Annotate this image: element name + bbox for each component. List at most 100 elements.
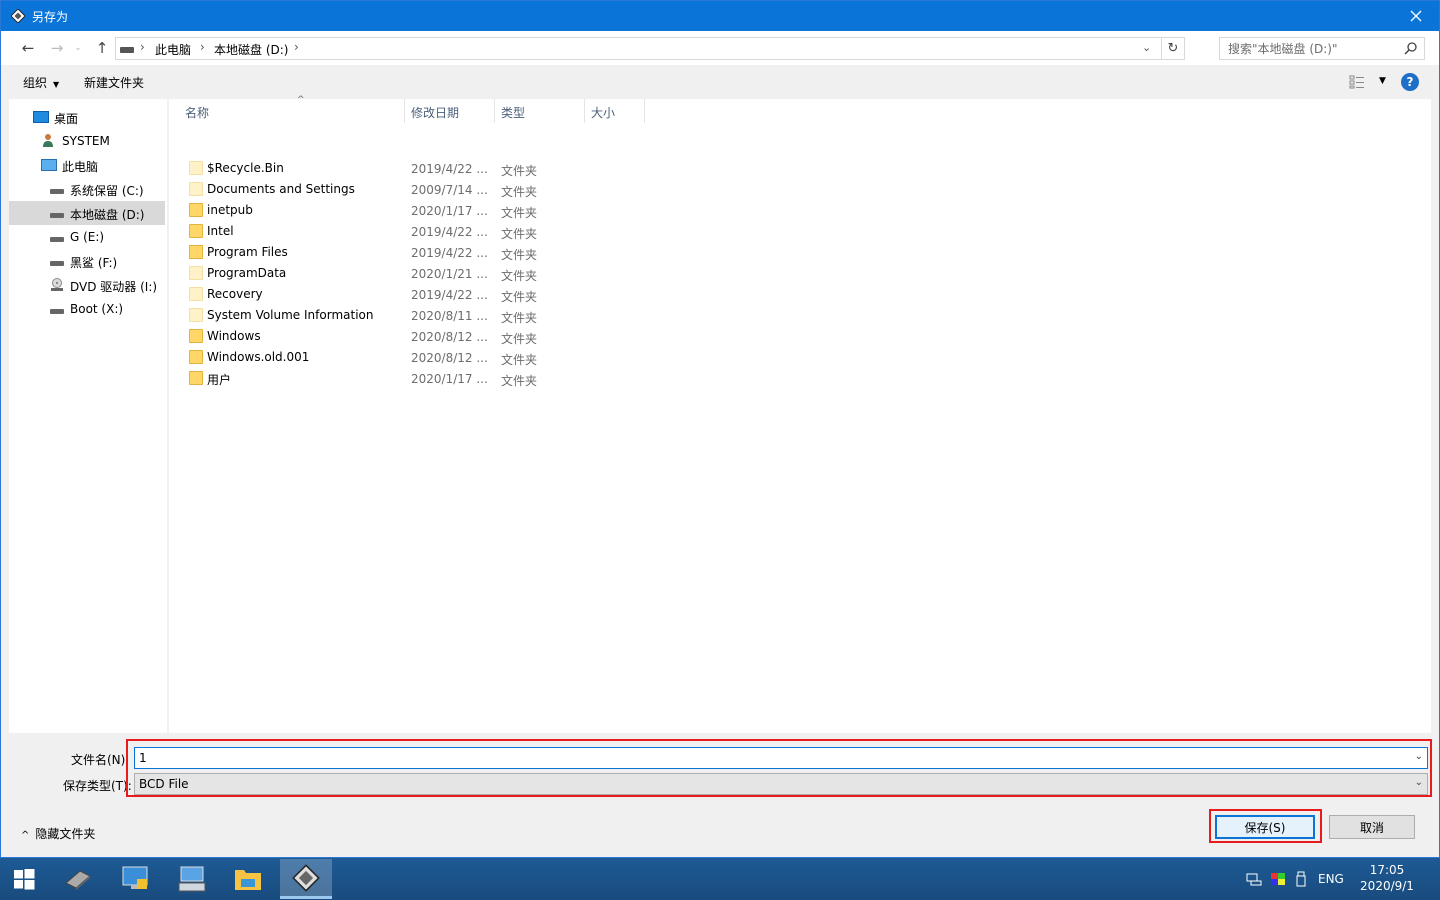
sidebar-item-drive-e[interactable]: G (E:) xyxy=(9,225,165,249)
address-dropdown-button[interactable]: ⌄ xyxy=(1142,41,1156,57)
file-name: Windows xyxy=(207,329,261,343)
recent-locations-button[interactable]: ⌄ xyxy=(67,37,89,59)
file-list-pane: ^ 名称 修改日期 类型 大小 $Recycle.Bin 2019/4/22 .… xyxy=(169,95,1431,733)
sort-ascending-icon: ^ xyxy=(297,95,305,105)
drive-icon xyxy=(50,213,64,218)
hide-folders-button[interactable]: ^ 隐藏文件夹 xyxy=(21,825,95,842)
taskbar-app-drive-tool[interactable] xyxy=(52,859,104,899)
refresh-button[interactable]: ↻ xyxy=(1161,38,1184,59)
column-header-date[interactable]: 修改日期 xyxy=(405,99,495,123)
column-header-name[interactable]: ^ 名称 xyxy=(179,95,405,123)
sidebar-item-system-user[interactable]: SYSTEM xyxy=(9,129,165,153)
folder-icon xyxy=(189,203,203,217)
folder-icon xyxy=(189,350,203,364)
user-icon xyxy=(43,134,53,147)
column-header-size[interactable]: 大小 xyxy=(585,99,645,123)
file-row[interactable]: inetpub 2020/1/17 ... 文件夹 xyxy=(179,200,569,221)
chevron-down-icon[interactable]: ⌄ xyxy=(1415,751,1423,762)
sidebar-item-label: 此电脑 xyxy=(62,160,99,174)
taskbar-app-control-panel[interactable] xyxy=(110,859,162,899)
folder-icon xyxy=(189,245,203,259)
view-options-icon[interactable] xyxy=(1349,75,1365,89)
file-date: 2019/4/22 ... xyxy=(411,288,488,302)
folder-icon xyxy=(189,371,203,385)
search-input[interactable] xyxy=(1220,38,1400,59)
file-date: 2019/4/22 ... xyxy=(411,162,488,176)
drive-icon xyxy=(50,237,64,242)
filename-input[interactable] xyxy=(135,748,1405,768)
file-row[interactable]: Documents and Settings 2009/7/14 ... 文件夹 xyxy=(179,179,569,200)
computer-icon xyxy=(41,159,57,171)
title-bar[interactable]: 另存为 xyxy=(1,1,1439,31)
file-row[interactable]: Recovery 2019/4/22 ... 文件夹 xyxy=(179,284,569,305)
close-button[interactable] xyxy=(1393,1,1439,31)
usb-tray-icon[interactable] xyxy=(1296,858,1306,900)
sidebar-item-drive-x[interactable]: Boot (X:) xyxy=(9,297,165,321)
color-tray-icon[interactable] xyxy=(1270,858,1286,900)
file-row[interactable]: ProgramData 2020/1/21 ... 文件夹 xyxy=(179,263,569,284)
file-date: 2020/1/21 ... xyxy=(411,267,488,281)
sidebar-item-drive-c[interactable]: 系统保留 (C:) xyxy=(9,177,165,201)
sidebar-item-drive-d[interactable]: 本地磁盘 (D:) xyxy=(9,201,165,225)
cancel-button[interactable]: 取消 xyxy=(1329,815,1415,839)
file-row[interactable]: Intel 2019/4/22 ... 文件夹 xyxy=(179,221,569,242)
search-icon[interactable] xyxy=(1404,41,1418,55)
file-name: Windows.old.001 xyxy=(207,350,310,364)
help-icon[interactable]: ? xyxy=(1401,73,1419,91)
taskbar-clock[interactable]: 17:05 2020/9/1 xyxy=(1352,862,1422,894)
clock-time: 17:05 xyxy=(1369,863,1405,877)
new-folder-button[interactable]: 新建文件夹 xyxy=(84,74,144,91)
file-name: Intel xyxy=(207,224,234,238)
column-header-type[interactable]: 类型 xyxy=(495,99,585,123)
filetype-label: 保存类型(T): xyxy=(63,779,132,793)
drive-icon xyxy=(120,47,134,53)
save-button[interactable]: 保存(S) xyxy=(1215,815,1315,839)
file-date: 2020/8/12 ... xyxy=(411,330,488,344)
folder-icon xyxy=(189,161,203,175)
address-bar[interactable]: › 此电脑 › 本地磁盘 (D:) › ⌄ ↻ xyxy=(115,37,1185,60)
chevron-right-icon: › xyxy=(294,40,299,54)
file-name: $Recycle.Bin xyxy=(207,161,284,175)
filename-label: 文件名(N): xyxy=(71,753,130,767)
file-row[interactable]: Windows 2020/8/12 ... 文件夹 xyxy=(179,326,569,347)
sidebar-item-drive-f[interactable]: 黑鲨 (F:) xyxy=(9,249,165,273)
taskbar-app-keyboard-computer[interactable] xyxy=(166,859,218,899)
file-row[interactable]: $Recycle.Bin 2019/4/22 ... 文件夹 xyxy=(179,158,569,179)
breadcrumb-this-pc[interactable]: 此电脑 xyxy=(155,41,191,58)
sidebar-item-desktop[interactable]: 桌面 xyxy=(9,105,165,129)
sidebar-item-label: DVD 驱动器 (I:) xyxy=(70,280,158,294)
sidebar-item-this-pc[interactable]: 此电脑 xyxy=(9,153,165,177)
desktop-icon xyxy=(33,111,49,123)
file-row[interactable]: Windows.old.001 2020/8/12 ... 文件夹 xyxy=(179,347,569,368)
up-button[interactable]: ↑ xyxy=(91,37,113,59)
input-language[interactable]: ENG xyxy=(1318,858,1344,900)
arrow-left-icon: ← xyxy=(21,39,35,57)
network-tray-icon[interactable] xyxy=(1246,858,1262,900)
usb-drive-icon xyxy=(1296,871,1306,887)
organize-menu-button[interactable]: 组织 ▼ xyxy=(23,74,59,91)
forward-button[interactable]: → xyxy=(46,37,68,59)
taskbar-app-file-explorer[interactable] xyxy=(222,859,274,899)
back-button[interactable]: ← xyxy=(17,37,39,59)
bootice-icon xyxy=(11,9,25,23)
taskbar: ENG 17:05 2020/9/1 xyxy=(0,858,1440,900)
filetype-select[interactable]: BCD File ⌄ xyxy=(134,773,1428,795)
command-toolbar: 组织 ▼ 新建文件夹 ▼ ? xyxy=(1,67,1439,97)
file-type: 文件夹 xyxy=(501,248,538,262)
breadcrumb-local-disk-d[interactable]: 本地磁盘 (D:) xyxy=(214,41,288,58)
file-name: inetpub xyxy=(207,203,253,217)
file-name: Recovery xyxy=(207,287,263,301)
file-name: Program Files xyxy=(207,245,288,259)
chevron-up-icon: ^ xyxy=(21,830,30,841)
file-row[interactable]: Program Files 2019/4/22 ... 文件夹 xyxy=(179,242,569,263)
taskbar-app-bootice[interactable] xyxy=(280,859,332,899)
file-name: System Volume Information xyxy=(207,308,374,322)
search-box xyxy=(1219,37,1425,60)
sidebar-item-dvd-drive[interactable]: DVD 驱动器 (I:) xyxy=(9,273,165,297)
start-button[interactable] xyxy=(0,858,48,900)
file-row[interactable]: System Volume Information 2020/8/11 ... … xyxy=(179,305,569,326)
file-row[interactable]: 用户 2020/1/17 ... 文件夹 xyxy=(179,368,569,389)
view-options-dropdown[interactable]: ▼ xyxy=(1379,76,1386,86)
start-icon xyxy=(14,869,35,890)
file-type: 文件夹 xyxy=(501,185,538,199)
